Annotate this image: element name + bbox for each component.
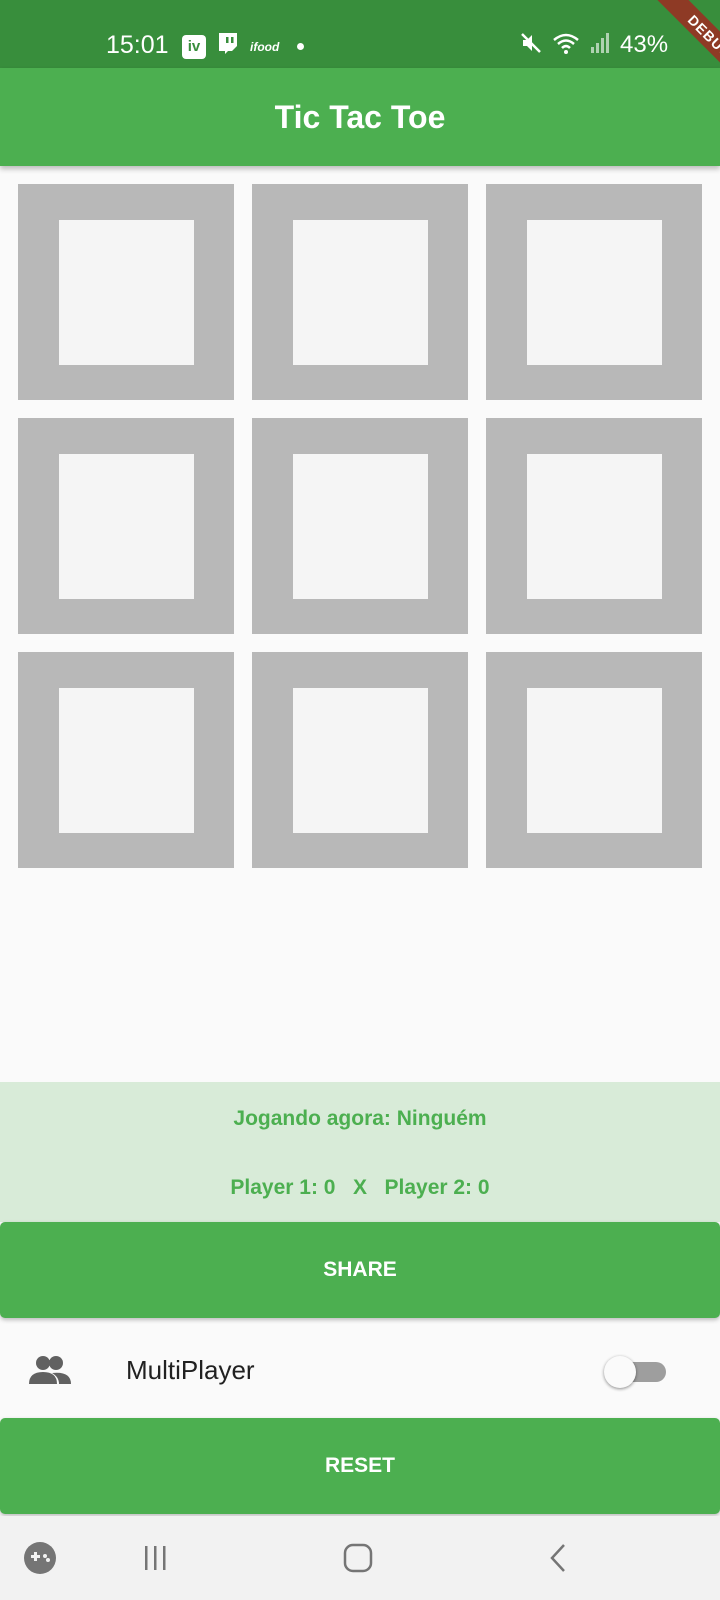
multiplayer-row[interactable]: MultiPlayer <box>0 1324 720 1416</box>
game-launcher-icon[interactable] <box>22 1540 58 1576</box>
home-icon[interactable] <box>340 1540 376 1576</box>
now-playing-text: Jogando agora: Ninguém <box>233 1107 487 1130</box>
back-icon[interactable] <box>546 1540 570 1576</box>
game-status-panel: Jogando agora: Ninguém Player 1: 0 X Pla… <box>0 1082 720 1222</box>
ifood-icon: ifood <box>250 39 280 54</box>
cell-mark <box>293 688 428 833</box>
wifi-icon <box>552 31 580 60</box>
board-cell-8[interactable] <box>252 652 468 868</box>
status-bar: 15:01 iv ifood 43% <box>0 0 720 68</box>
app-title: Tic Tac Toe <box>274 98 446 135</box>
multiplayer-toggle[interactable] <box>604 1355 670 1388</box>
status-right: 43% <box>520 30 668 60</box>
mute-icon <box>520 31 542 60</box>
status-app-icons: iv ifood <box>182 31 305 62</box>
cell-mark <box>59 454 194 599</box>
board-cell-9[interactable] <box>486 652 702 868</box>
cell-mark <box>293 454 428 599</box>
cell-mark <box>293 220 428 365</box>
battery-level: 43% <box>620 31 669 58</box>
people-icon <box>28 1354 72 1386</box>
board-cell-4[interactable] <box>18 418 234 634</box>
multiplayer-label: MultiPlayer <box>126 1355 255 1385</box>
navigation-bar <box>0 1516 720 1600</box>
toggle-thumb <box>604 1356 636 1388</box>
signal-icon <box>590 31 610 60</box>
board-cell-7[interactable] <box>18 652 234 868</box>
app-bar: Tic Tac Toe <box>0 68 720 166</box>
board-cell-6[interactable] <box>486 418 702 634</box>
cell-mark <box>527 220 662 365</box>
cell-mark <box>527 688 662 833</box>
reset-button[interactable]: RESET <box>0 1418 720 1514</box>
iv-app-icon: iv <box>182 34 206 59</box>
twitch-icon <box>216 31 240 62</box>
board-cell-3[interactable] <box>486 184 702 400</box>
notification-dot-icon <box>297 43 305 50</box>
board-cell-2[interactable] <box>252 184 468 400</box>
cell-mark <box>527 454 662 599</box>
game-board <box>18 184 704 868</box>
share-button[interactable]: SHARE <box>0 1222 720 1318</box>
cell-mark <box>59 220 194 365</box>
score-text: Player 1: 0 X Player 2: 0 <box>230 1176 490 1199</box>
board-cell-5[interactable] <box>252 418 468 634</box>
recent-apps-icon[interactable] <box>140 1540 170 1576</box>
board-cell-1[interactable] <box>18 184 234 400</box>
status-time: 15:01 <box>106 31 169 59</box>
cell-mark <box>59 688 194 833</box>
